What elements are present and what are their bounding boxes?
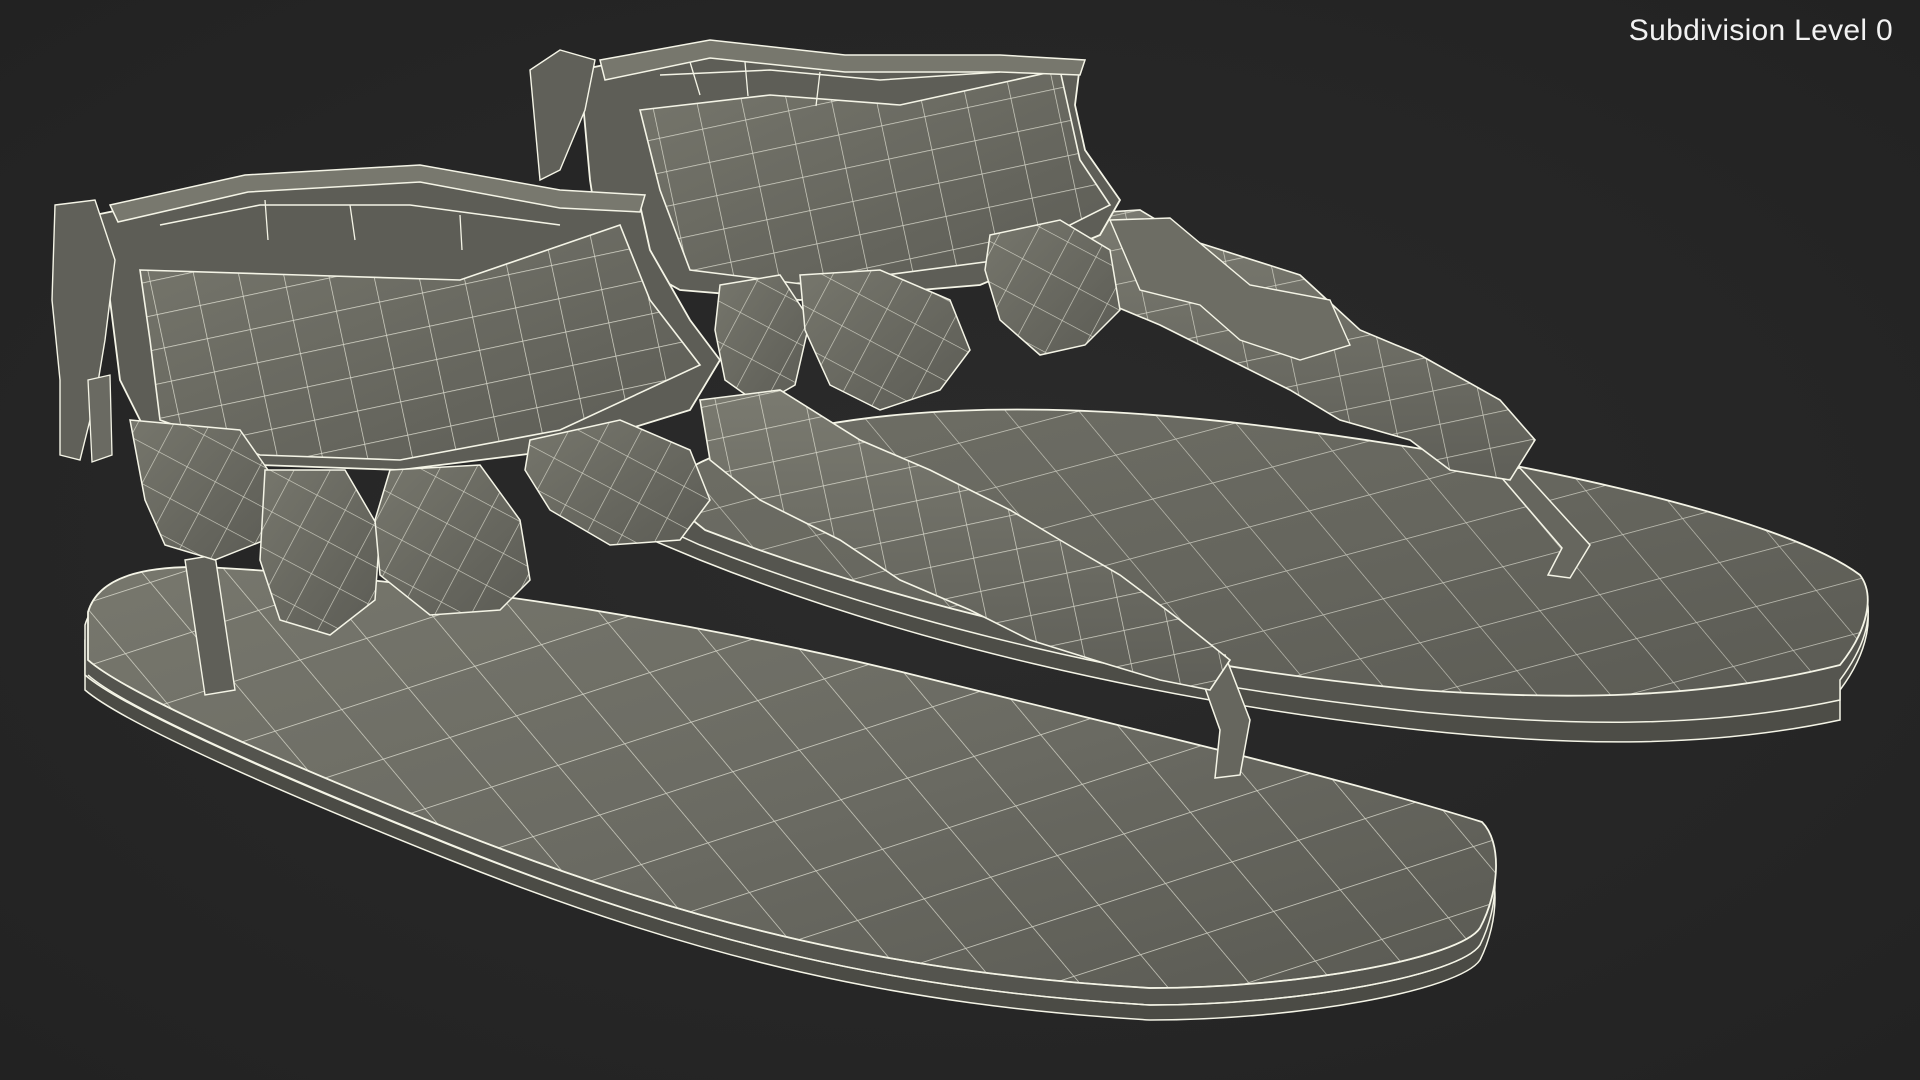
- 3d-viewport[interactable]: Subdivision Level 0: [0, 0, 1920, 1080]
- model-render: [51, 39, 1869, 1021]
- subdivision-level-label: Subdivision Level 0: [1628, 14, 1893, 47]
